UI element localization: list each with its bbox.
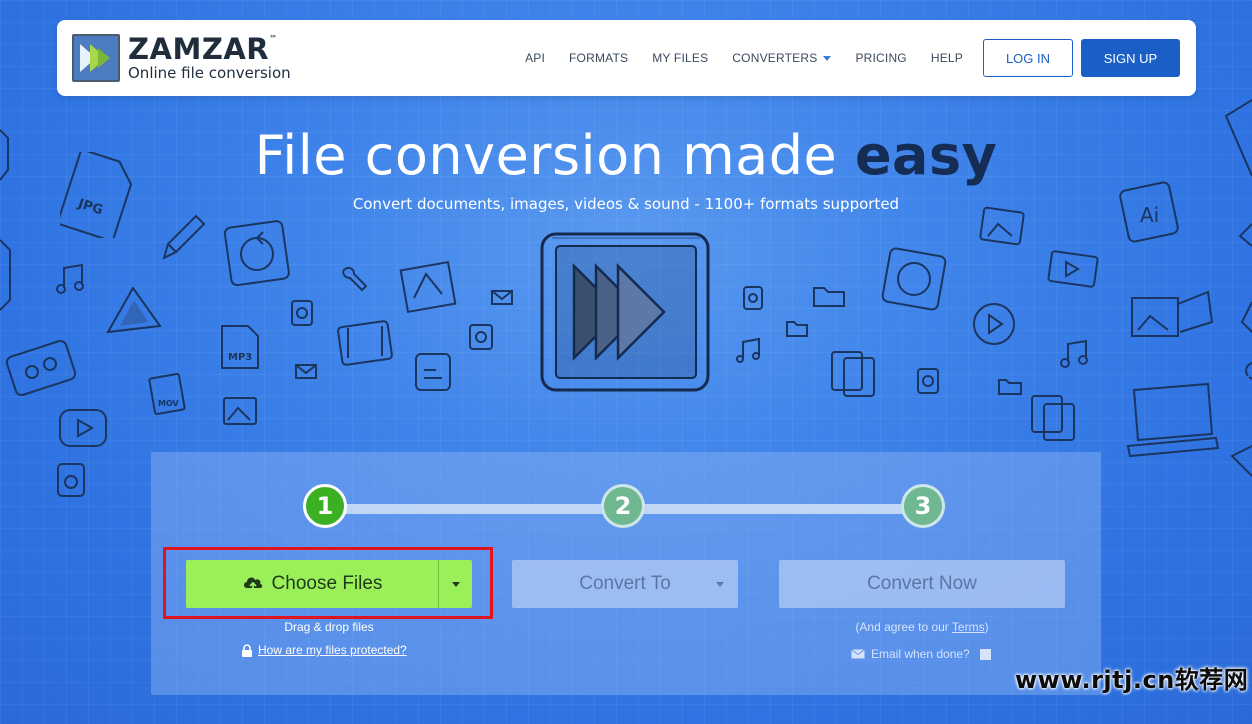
music-note-icon-right: [734, 336, 766, 366]
nav-help[interactable]: HELP: [931, 51, 963, 65]
agree-suffix: ): [984, 620, 989, 634]
step-2-indicator: 2: [601, 484, 645, 528]
site-watermark: www.rjtj.cn软荐网: [1015, 666, 1249, 694]
step-1-indicator: 1: [303, 484, 347, 528]
hero-title-emphasis: easy: [854, 124, 998, 187]
site-header: ZAMZAR™ Online file conversion API FORMA…: [57, 20, 1196, 96]
email-when-done-checkbox[interactable]: [979, 648, 991, 660]
hero-subtitle: Convert documents, images, videos & soun…: [352, 195, 900, 213]
play-circle-icon: [970, 300, 1018, 348]
refresh-disc-icon: [880, 246, 950, 312]
files-protected-row: How are my files protected?: [241, 643, 407, 657]
brand-trademark: ™: [269, 34, 278, 43]
music-note-icon: [54, 262, 90, 296]
copy-files-icon: [1026, 390, 1082, 446]
main-nav: API FORMATS MY FILES CONVERTERS PRICING …: [501, 39, 1180, 77]
mov-file-icon: MOV: [146, 372, 188, 416]
mov-label: MOV: [158, 399, 180, 408]
video-play-icon: [56, 404, 112, 452]
choose-files-button[interactable]: Choose Files: [186, 560, 438, 608]
play-triangle-icon: [98, 282, 168, 342]
cassette-icon: [4, 338, 78, 402]
picture-frame-icon: [1128, 284, 1216, 354]
nav-pricing[interactable]: PRICING: [855, 51, 906, 65]
agree-terms-text: (And agree to our Terms): [779, 620, 1065, 634]
pencil-icon: [158, 208, 206, 264]
document-icon: [412, 350, 454, 394]
nav-formats[interactable]: FORMATS: [569, 51, 628, 65]
nav-converters-label: CONVERTERS: [732, 51, 818, 65]
caret-down-icon: [716, 582, 724, 587]
hero-title: File conversion made easy: [0, 124, 1252, 187]
brand-tagline: Online file conversion: [128, 64, 291, 82]
fast-forward-tablet-icon: [538, 228, 714, 400]
disc-file-icon: [466, 322, 496, 352]
step-3-indicator: 3: [901, 484, 945, 528]
logo-arrows-icon: [72, 34, 120, 82]
brand-name: ZAMZAR: [128, 32, 270, 66]
small-folder-icon: [784, 316, 810, 340]
music-note-icon-far: [1058, 338, 1094, 370]
mp3-file-icon: MP3: [214, 322, 264, 372]
choose-files-dropdown[interactable]: [438, 560, 472, 608]
nav-my-files[interactable]: MY FILES: [652, 51, 708, 65]
hero-title-main: File conversion made: [254, 124, 838, 187]
choose-files-label: Choose Files: [271, 573, 383, 594]
convert-now-label: Convert Now: [867, 573, 977, 594]
small-file-icon: [288, 298, 316, 328]
files-protected-link[interactable]: How are my files protected?: [258, 643, 407, 657]
login-button[interactable]: LOG IN: [983, 39, 1073, 77]
wrench-icon: [338, 262, 372, 296]
choose-files-control: Choose Files: [186, 560, 472, 608]
email-when-done-row: Email when done?: [851, 647, 991, 661]
refresh-square-icon: [222, 218, 294, 290]
mail-icon: [490, 288, 516, 308]
file-badge-icon: [740, 284, 766, 312]
laptop-icon: [1120, 380, 1220, 460]
signup-button[interactable]: SIGN UP: [1081, 39, 1180, 77]
folder-small-icon-right: [996, 374, 1024, 398]
terms-link[interactable]: Terms: [952, 620, 985, 634]
file-round-icon: [914, 366, 942, 396]
convert-to-label: Convert To: [579, 573, 671, 594]
cloud-upload-icon: [243, 577, 262, 592]
nav-api[interactable]: API: [525, 51, 545, 65]
film-reel-icon: [334, 318, 396, 370]
nav-converters[interactable]: CONVERTERS: [732, 51, 832, 65]
film-strip-icon: [1046, 250, 1102, 290]
envelope-icon: [851, 649, 865, 659]
layers-icon: [396, 258, 462, 318]
convert-now-button[interactable]: Convert Now: [779, 560, 1065, 608]
email-when-done-label: Email when done?: [871, 647, 970, 661]
agree-prefix: (And agree to our: [855, 620, 952, 634]
convert-to-select[interactable]: Convert To: [512, 560, 738, 608]
mp3-label: MP3: [228, 352, 252, 363]
lock-icon: [242, 643, 252, 657]
audio-file-icon: [52, 460, 90, 502]
caret-down-icon: [451, 581, 460, 587]
folder-icon: [810, 280, 850, 310]
drag-drop-hint: Drag & drop files: [284, 620, 374, 634]
ai-file-icon: Ai: [1116, 178, 1184, 248]
image-file-icon: [220, 394, 262, 430]
clipboard-icon: [826, 344, 882, 400]
converter-panel: 1 2 3 Choose Files Convert To Convert No…: [151, 452, 1101, 695]
envelope-icon-small: [294, 362, 320, 382]
chevron-down-icon: [823, 55, 832, 61]
zamzar-logo[interactable]: ZAMZAR™ Online file conversion: [72, 34, 291, 82]
